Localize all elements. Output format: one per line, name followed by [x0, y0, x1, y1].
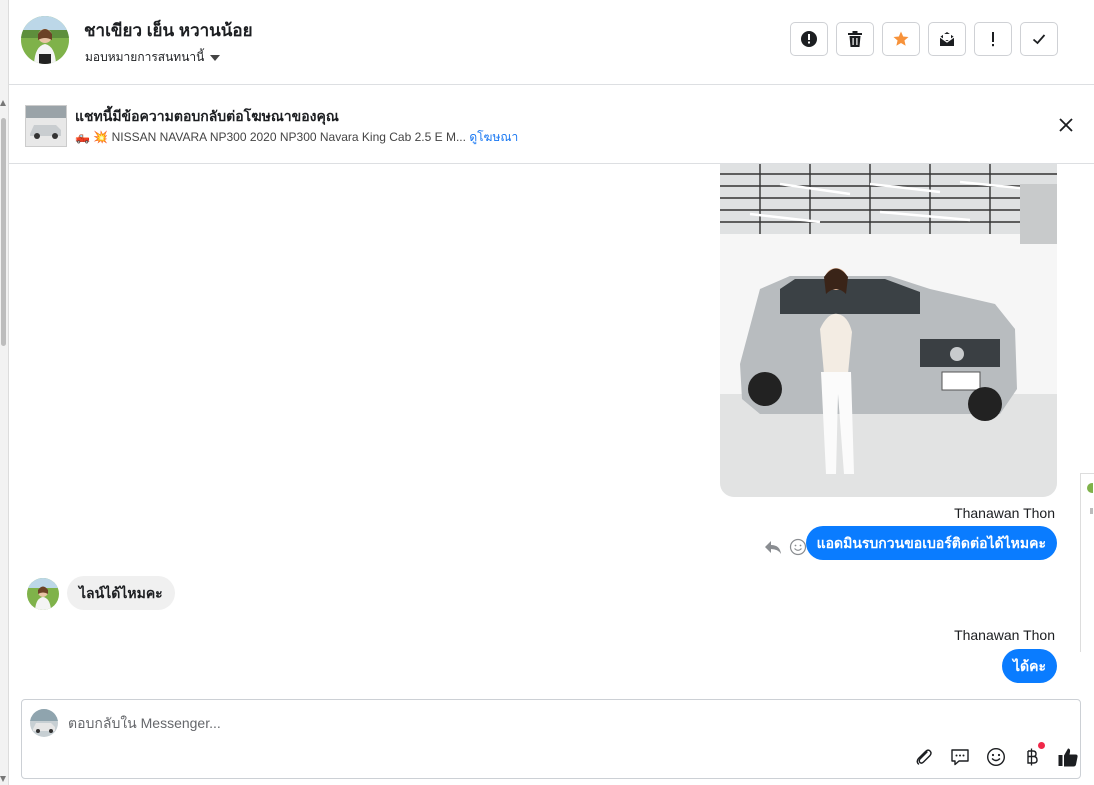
delete-button[interactable] [836, 22, 874, 56]
contact-avatar-small[interactable] [27, 578, 59, 610]
outgoing-message[interactable]: ได้คะ [1001, 649, 1057, 683]
message-actions [763, 538, 807, 556]
trash-icon [848, 31, 862, 47]
saved-replies-button[interactable] [949, 746, 971, 768]
contact-name[interactable]: ชาเขียว เย็น หวานน้อย [84, 17, 253, 44]
thumbs-up-icon [1058, 748, 1078, 767]
contact-avatar[interactable] [21, 16, 69, 64]
view-ad-link[interactable]: ดูโฆษณา [469, 130, 518, 144]
ad-emoji: 🛻 💥 [75, 130, 109, 144]
attach-button[interactable] [913, 746, 935, 768]
reply-composer [21, 699, 1081, 779]
report-spam-button[interactable] [790, 22, 828, 56]
outgoing-message[interactable]: แอดมินรบกวนขอเบอร์ติดต่อได้ไหมคะ [805, 526, 1057, 560]
emoji-button[interactable] [985, 746, 1007, 768]
reply-icon[interactable] [763, 538, 783, 556]
side-panel-edge[interactable] [1080, 473, 1094, 652]
caret-down-icon [210, 55, 221, 61]
exclamation-circle-icon [801, 31, 817, 47]
sender-name: Thanawan Thon [954, 627, 1055, 643]
scrollbar-thumb[interactable] [1, 118, 6, 346]
assign-conversation-dropdown[interactable]: มอบหมายการสนทนานี้ [85, 48, 221, 67]
like-button[interactable] [1057, 746, 1079, 768]
ad-reply-banner: แชทนี้มีข้อความตอบกลับต่อโฆษณาของคุณ 🛻 💥… [9, 85, 1094, 164]
baht-icon [1027, 748, 1038, 766]
chat-bubble-icon [951, 749, 969, 766]
message-image[interactable] [720, 164, 1057, 497]
ad-banner-title: แชทนี้มีข้อความตอบกลับต่อโฆษณาของคุณ [75, 108, 339, 124]
scroll-down-arrow[interactable] [0, 776, 6, 782]
ad-description: NISSAN NAVARA NP300 2020 NP300 Navara Ki… [111, 130, 466, 144]
sender-name: Thanawan Thon [954, 505, 1055, 521]
envelope-icon [939, 32, 955, 46]
composer-toolbar [913, 742, 1079, 768]
close-icon[interactable] [1057, 116, 1075, 134]
left-scrollbar[interactable] [0, 0, 9, 785]
emoji-reaction-icon[interactable] [789, 538, 807, 556]
ad-banner-subtitle: 🛻 💥 NISSAN NAVARA NP300 2020 NP300 Navar… [75, 128, 518, 147]
conversation-header: ชาเขียว เย็น หวานน้อย มอบหมายการสนทนานี้ [9, 0, 1094, 85]
emoji-icon [986, 747, 1006, 767]
star-icon [893, 31, 909, 46]
reply-input[interactable] [68, 710, 868, 736]
header-toolbar [790, 22, 1058, 56]
mark-unread-button[interactable] [928, 22, 966, 56]
message-thread[interactable]: Thanawan Thon แอดมินรบกวนขอเบอร์ติดต่อได… [9, 164, 1080, 696]
mark-done-button[interactable] [1020, 22, 1058, 56]
checkmark-icon [1032, 34, 1046, 45]
ad-thumbnail[interactable] [25, 105, 67, 147]
paperclip-icon [916, 749, 932, 765]
page-avatar [30, 709, 58, 737]
star-button[interactable] [882, 22, 920, 56]
flag-button[interactable] [974, 22, 1012, 56]
payment-button[interactable] [1021, 742, 1045, 768]
assign-label: มอบหมายการสนทนานี้ [85, 50, 205, 64]
scroll-up-arrow[interactable] [0, 100, 6, 106]
notification-dot [1038, 742, 1045, 749]
exclamation-icon [992, 32, 994, 47]
incoming-message[interactable]: ไลน์ได้ไหมคะ [67, 576, 175, 610]
